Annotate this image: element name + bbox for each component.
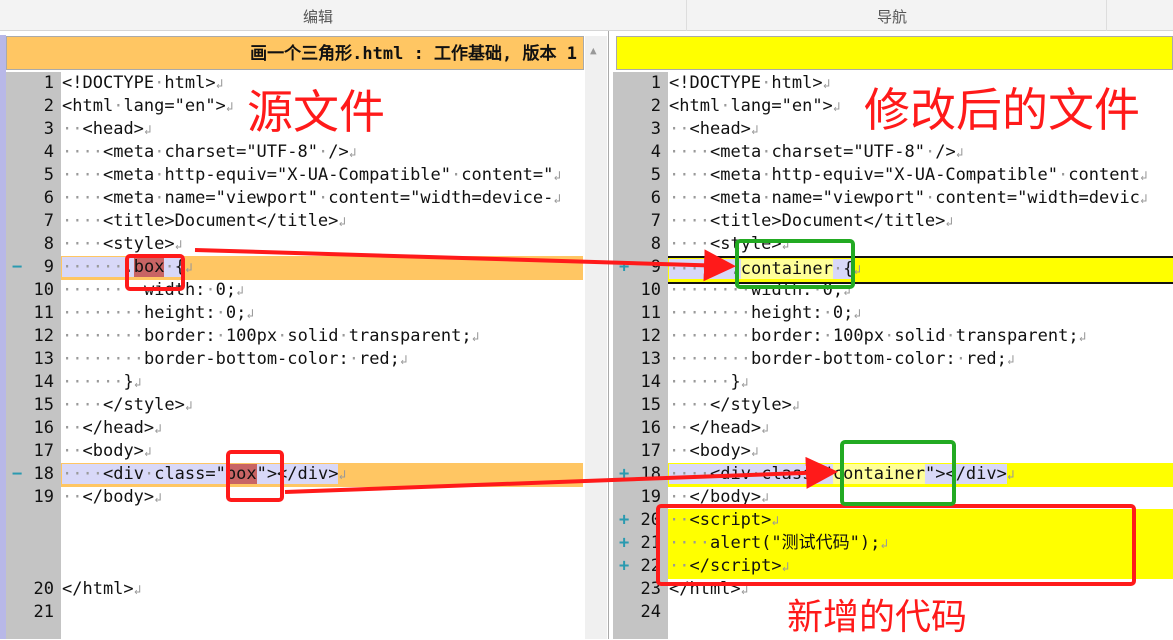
arrow-selector-change [194,248,736,282]
green-box-container-class [840,440,956,506]
annotation-source-file: 源文件 [247,85,385,139]
red-box-box-class [226,450,284,502]
red-box-box-selector [125,254,185,291]
arrow-class-change [284,456,838,494]
annotation-added-code: 新增的代码 [787,597,968,638]
red-box-added-code [656,504,1136,586]
green-box-container-selector [735,239,855,289]
annotation-modified-file: 修改后的文件 [864,83,1140,137]
